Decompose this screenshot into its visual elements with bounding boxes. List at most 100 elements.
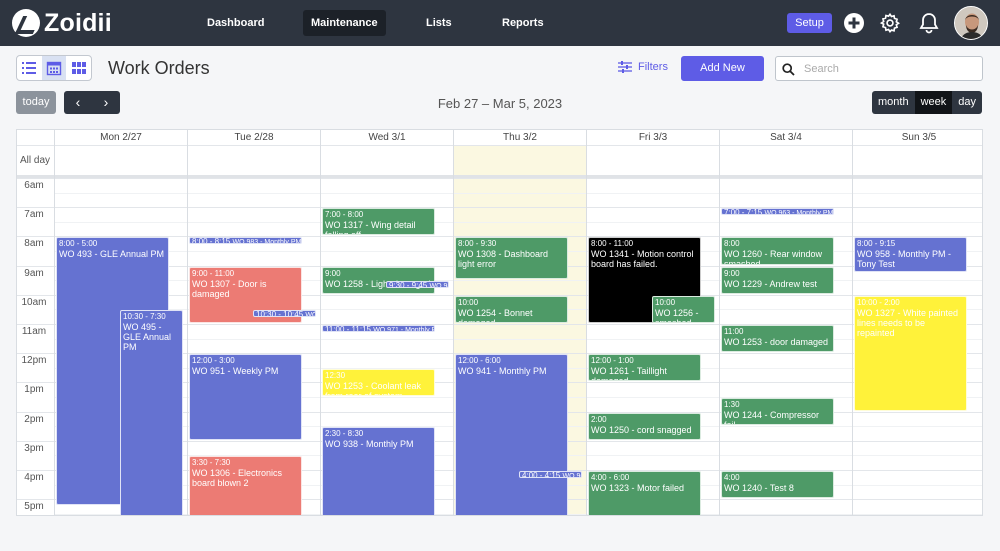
work-order-event[interactable]: 10:30 - 7:30 WO 495 - GLE Annual PM	[120, 310, 183, 515]
event-time: 1:30	[724, 400, 740, 409]
work-order-event[interactable]: 11:00 WO 1253 - door damaged	[721, 325, 834, 353]
event-title: WO 1240 - Test 8	[724, 483, 794, 493]
prev-week-button[interactable]: ‹	[64, 91, 92, 114]
day-column-divider	[320, 130, 321, 515]
work-order-event[interactable]: 8:00 - 9:30 WO 1308 - Dashboard light err…	[455, 237, 568, 280]
event-title: WO 1253 - door damaged	[724, 337, 829, 347]
event-title: WO 983 - Monthly PM -	[232, 239, 302, 245]
event-time: 10:00	[458, 297, 479, 307]
event-time: 9:00	[724, 268, 740, 278]
half-hour-line	[54, 338, 982, 340]
day-header: Wed 3/1	[320, 130, 453, 145]
event-title: WO 971 - Monthly PM -	[373, 327, 434, 332]
event-title: WO 1323 - Motor failed	[591, 483, 685, 493]
work-order-event[interactable]: 12:00 - 6:00 WO 941 - Monthly PM	[455, 354, 568, 515]
day-column-divider	[586, 130, 587, 515]
day-column-divider	[54, 130, 55, 515]
all-day-label: All day	[20, 155, 51, 166]
event-time: 4:00 - 4:15	[522, 471, 563, 478]
work-order-event[interactable]: 12:00 - 1:00 WO 1261 - Taillight damaged	[588, 354, 701, 382]
search-icon	[782, 63, 795, 76]
search-input[interactable]	[804, 59, 978, 78]
bell-icon[interactable]	[918, 12, 940, 34]
page-title: Work Orders	[108, 58, 210, 78]
work-order-event[interactable]: 12:30 WO 1253 - Coolant leak from rear of…	[322, 368, 435, 396]
nav-lists[interactable]: Lists	[418, 10, 460, 36]
event-title: WO 938 - Monthly PM	[325, 439, 414, 450]
event-time: 7:00 - 7:15	[724, 208, 765, 216]
half-hour-line	[54, 221, 982, 223]
gear-icon[interactable]	[879, 12, 901, 34]
work-order-event[interactable]: 9:00 WO 1229 - Andrew test	[721, 266, 834, 294]
event-time: 10:30 - 7:30	[123, 312, 166, 322]
event-time: 8:00 - 8:15	[192, 237, 233, 245]
hour-line	[17, 178, 982, 179]
time-label: 3pm	[24, 442, 44, 454]
work-order-event[interactable]: 1:30 WO 1244 - Compressor fail	[721, 398, 834, 426]
event-time: 11:00	[724, 327, 744, 336]
calendar-view-button[interactable]	[41, 56, 67, 80]
app-name: Zoidii	[44, 8, 112, 37]
date-nav: ‹ ›	[64, 91, 120, 114]
grid-view-button[interactable]	[66, 56, 91, 80]
event-title: WO 98	[429, 283, 448, 289]
add-new-button[interactable]: Add New	[681, 56, 764, 81]
event-title: WO 1260 - Rear window smashed	[724, 249, 823, 265]
time-label: 8am	[24, 238, 44, 250]
work-order-event[interactable]: 2:00 WO 1250 - cord snagged	[588, 412, 701, 440]
event-time: 8:00	[724, 239, 740, 249]
range-view-toggle: month week day	[872, 91, 983, 114]
work-order-event[interactable]: 8:00 WO 1260 - Rear window smashed	[721, 237, 834, 265]
work-order-event[interactable]: 4:00 - 4:15 WO 96	[519, 471, 582, 478]
work-order-event[interactable]: 8:00 - 9:15 WO 958 - Monthly PM - Tony Te…	[854, 237, 967, 272]
week-view-button[interactable]: week	[914, 91, 953, 114]
user-avatar[interactable]	[954, 6, 988, 40]
day-view-button[interactable]: day	[952, 91, 982, 114]
work-order-event[interactable]: 12:00 - 3:00 WO 951 - Weekly PM	[189, 354, 302, 440]
filters-button[interactable]: Filters	[618, 61, 668, 73]
event-time: 4:00 - 6:00	[591, 473, 630, 482]
hour-line	[17, 207, 982, 209]
day-header: Mon 2/27	[54, 130, 187, 145]
event-title: WO 493 - GLE Annual PM	[59, 249, 165, 260]
event-title: WO 1307 - Door is damaged	[192, 278, 267, 299]
app-logo[interactable]: Zoidii	[12, 8, 112, 38]
day-header: Thu 3/2	[453, 130, 586, 145]
view-toggle	[16, 55, 92, 81]
list-view-button[interactable]	[17, 56, 42, 80]
work-order-event[interactable]: 10:00 - 2:00 WO 1327 - White painted line…	[854, 295, 967, 411]
nav-reports[interactable]: Reports	[494, 10, 552, 36]
work-order-event[interactable]: 7:00 - 8:00 WO 1317 - Wing detail falling…	[322, 208, 435, 236]
work-order-event[interactable]: 10:00 WO 1254 - Bonnet damaged	[455, 295, 568, 323]
nav-maintenance[interactable]: Maintenance	[303, 10, 386, 36]
work-order-event[interactable]: 10:00 WO 1256 - smashed	[652, 295, 715, 323]
calendar-icon	[46, 61, 62, 76]
setup-button[interactable]: Setup	[787, 13, 832, 33]
work-order-event[interactable]: 4:00 WO 1240 - Test 8	[721, 471, 834, 499]
today-button[interactable]: today	[16, 91, 56, 114]
nav-dashboard[interactable]: Dashboard	[199, 10, 272, 36]
work-order-event[interactable]: 10:30 - 10:45 WO 984	[253, 310, 316, 318]
work-order-event[interactable]: 7:00 - 7:15 WO 963 - Monthly PM -	[721, 208, 834, 216]
work-order-event[interactable]: 11:00 - 11:15 WO 971 - Monthly PM -	[322, 325, 435, 332]
work-order-event[interactable]: 9:00 WO 1258 - Light damaged	[322, 266, 435, 294]
work-order-event[interactable]: 8:00 - 8:15 WO 983 - Monthly PM -	[189, 237, 302, 245]
event-time: 7:00 - 8:00	[325, 210, 364, 220]
event-time: 12:30	[325, 370, 346, 380]
event-time: 8:00 - 11:00	[591, 239, 634, 249]
time-label: 4pm	[24, 472, 44, 483]
plus-circle-icon[interactable]	[843, 12, 865, 34]
half-hour-line	[54, 192, 982, 194]
event-title: WO 1254 - Bonnet damaged	[458, 307, 533, 323]
event-time: 8:00 - 9:15	[857, 239, 896, 249]
work-order-event[interactable]: 3:30 - 7:30 WO 1306 - Electronics board b…	[189, 456, 302, 515]
next-week-button[interactable]: ›	[92, 91, 120, 114]
work-order-event[interactable]: 2:30 - 8:30 WO 938 - Monthly PM	[322, 427, 435, 515]
search-box	[775, 56, 983, 81]
day-header: Tue 2/28	[187, 130, 320, 145]
work-order-event[interactable]: 9:30 - 9:45 WO 98	[386, 281, 449, 289]
month-view-button[interactable]: month	[872, 91, 915, 114]
work-order-event[interactable]: 4:00 - 6:00 WO 1323 - Motor failed	[588, 471, 701, 515]
sliders-icon	[618, 61, 632, 73]
event-time: 3:30 - 7:30	[192, 458, 231, 468]
